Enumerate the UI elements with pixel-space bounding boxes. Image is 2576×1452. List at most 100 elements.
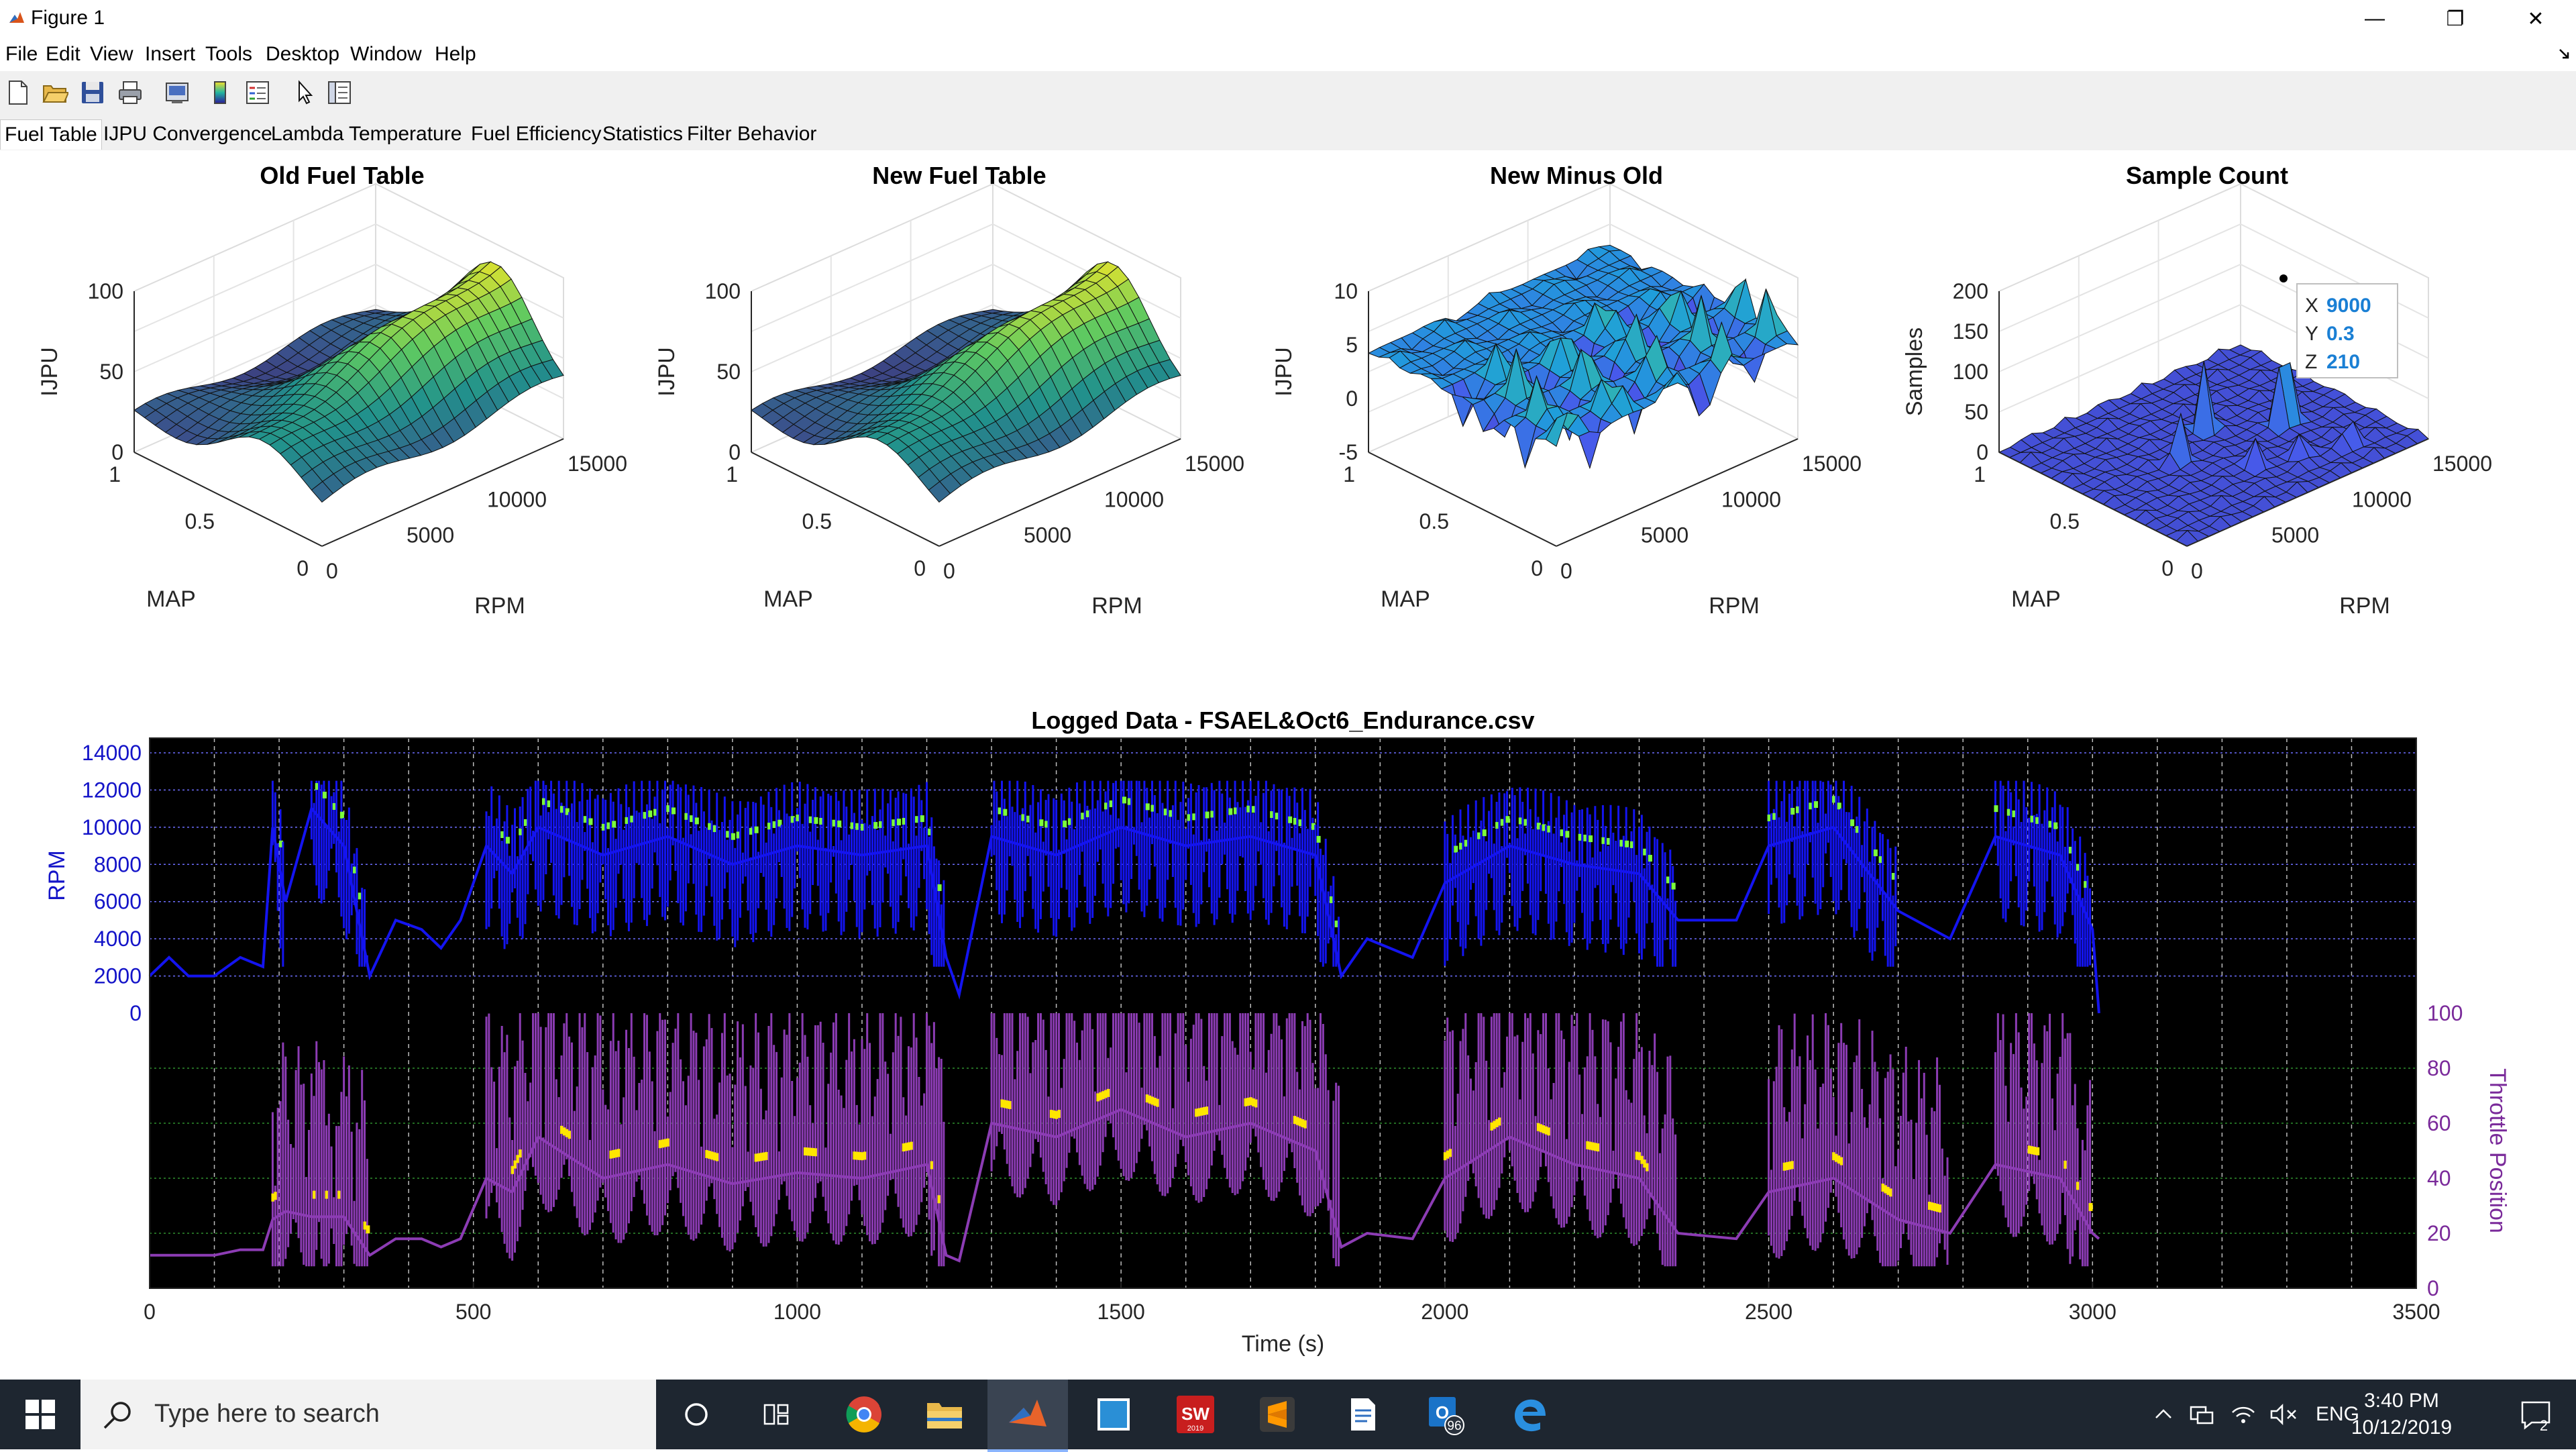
- menu-window[interactable]: Window: [350, 43, 422, 66]
- map-axis-label: MAP: [763, 586, 813, 612]
- tab-fuel-table[interactable]: Fuel Table: [0, 119, 102, 150]
- menu-help[interactable]: Help: [435, 43, 476, 66]
- print-icon[interactable]: [114, 76, 146, 109]
- menu-tools[interactable]: Tools: [205, 43, 252, 66]
- z-tick-label: 100: [705, 279, 741, 303]
- map-tick-label: 1: [726, 462, 738, 486]
- z-tick-label: 0: [1976, 440, 1988, 464]
- rpm-sample-marker: [1316, 835, 1321, 843]
- system-tray: ENG: [2153, 1380, 2359, 1449]
- rpm-sample-marker: [322, 791, 327, 798]
- new-figure-icon[interactable]: [1, 76, 34, 109]
- rpm-tick-label: 2000: [94, 964, 142, 988]
- colorbar-icon[interactable]: [204, 76, 236, 109]
- tab-filter-behavior[interactable]: Filter Behavior: [687, 119, 816, 149]
- tab-temperature[interactable]: Temperature: [349, 119, 462, 149]
- save-icon[interactable]: [76, 76, 109, 109]
- z-tick-label: 200: [1953, 279, 1988, 303]
- tab-statistics[interactable]: Statistics: [602, 119, 683, 149]
- z-tick-label: 10: [1334, 279, 1358, 303]
- rpm-tick-label: 12000: [82, 778, 142, 802]
- tab-ijpu-convergence[interactable]: IJPU Convergence: [103, 119, 272, 149]
- tab-lambda[interactable]: Lambda: [271, 119, 343, 149]
- plot-title: Sample Count: [2126, 162, 2288, 189]
- taskbar-search-box[interactable]: Type here to search: [80, 1380, 656, 1449]
- menu-desktop[interactable]: Desktop: [266, 43, 339, 66]
- sublime-text-icon[interactable]: [1237, 1380, 1318, 1449]
- z-axis-label: Samples: [1902, 327, 1927, 416]
- solidworks-year: 2019: [1187, 1424, 1203, 1433]
- rpm-sample-marker: [612, 821, 616, 828]
- edge-icon[interactable]: [1489, 1380, 1570, 1449]
- z-tick-label: 100: [1953, 360, 1988, 384]
- rpm-sample-marker: [694, 817, 699, 825]
- app-window-icon[interactable]: [1073, 1380, 1154, 1449]
- z-tick-label: 50: [99, 360, 123, 384]
- rpm-sample-marker: [1648, 855, 1652, 862]
- map-tick-label: 0.5: [802, 509, 832, 533]
- clock-time: 3:40 PM: [2364, 1390, 2439, 1412]
- file-explorer-icon[interactable]: [904, 1380, 985, 1449]
- document-icon[interactable]: [1323, 1380, 1403, 1449]
- start-button[interactable]: [0, 1380, 80, 1449]
- map-tick-label: 0: [1531, 556, 1543, 580]
- solidworks-icon[interactable]: SW 2019: [1155, 1380, 1236, 1449]
- tab-fuel-efficiency[interactable]: Fuel Efficiency: [471, 119, 602, 149]
- rpm-sample-marker: [937, 884, 942, 891]
- rpm-tick-label: 15000: [1185, 452, 1244, 476]
- rpm-sample-marker: [1565, 831, 1570, 838]
- restore-button[interactable]: ❐: [2415, 0, 2496, 38]
- matlab-taskbar-icon[interactable]: [987, 1380, 1068, 1452]
- minimize-button[interactable]: —: [2334, 0, 2415, 38]
- edit-plot-arrow-icon[interactable]: [288, 76, 321, 109]
- taskbar: Type here to search SW 2019 O 96 ENG 3:40 …: [0, 1380, 2576, 1452]
- rpm-sample-marker: [1145, 803, 1150, 811]
- surface-plot-2: New Fuel Table 100 50 0 IJPU 1 0.5 0 MAP 0 5000 100…: [654, 162, 1244, 619]
- surface-plot-1: Old Fuel Table 100 50 0 IJPU 1 0.5 0 MAP 0 5000 100…: [37, 162, 627, 619]
- logged-data-chart: Logged Data - FSAEL&Oct6_Endurance.csv 0 5…: [44, 707, 2510, 1357]
- title-bar: Figure 1 — ❐ ✕: [0, 0, 2576, 38]
- cortana-icon[interactable]: [656, 1380, 737, 1449]
- property-inspector-icon[interactable]: [323, 76, 356, 109]
- clock-date: 10/12/2019: [2351, 1416, 2453, 1439]
- notification-icon: 2: [2521, 1401, 2551, 1432]
- rpm-sample-marker: [873, 822, 878, 829]
- surface-cell: [1578, 431, 1601, 470]
- rpm-sample-marker: [1205, 811, 1210, 819]
- wifi-icon[interactable]: [2230, 1403, 2257, 1426]
- outlook-icon[interactable]: O 96: [1406, 1380, 1487, 1449]
- task-view-icon[interactable]: [737, 1380, 817, 1449]
- notification-count: 2: [2540, 1417, 2548, 1432]
- chrome-icon[interactable]: [824, 1380, 904, 1449]
- window-title: Figure 1: [31, 7, 105, 29]
- rpm-sample-marker: [1994, 805, 1998, 813]
- action-center-button[interactable]: 2: [2496, 1380, 2576, 1449]
- menu-view[interactable]: View: [90, 43, 133, 66]
- rpm-axis-label: RPM: [2339, 593, 2390, 619]
- menu-insert[interactable]: Insert: [145, 43, 195, 66]
- map-tick-label: 0: [297, 556, 309, 580]
- map-tick-label: 0.5: [1419, 509, 1449, 533]
- map-axis-line: [1368, 452, 1557, 547]
- x-tick-label: 1000: [773, 1300, 821, 1324]
- x-tick-label: 500: [455, 1300, 491, 1324]
- rpm-sample-marker: [339, 811, 344, 819]
- menu-file[interactable]: File: [5, 43, 38, 66]
- chevron-up-icon[interactable]: [2153, 1404, 2174, 1424]
- z-tick-label: 100: [88, 279, 123, 303]
- legend-icon[interactable]: [241, 76, 274, 109]
- print-preview-icon[interactable]: [161, 76, 193, 109]
- network-icon[interactable]: [2188, 1403, 2215, 1426]
- dock-arrow-icon[interactable]: [2557, 47, 2572, 62]
- search-placeholder: Type here to search: [154, 1400, 380, 1428]
- z-tick-label: 0: [729, 440, 741, 464]
- clock[interactable]: 3:40 PM 10/12/2019: [2334, 1388, 2469, 1441]
- open-file-icon[interactable]: [39, 76, 71, 109]
- close-button[interactable]: ✕: [2496, 0, 2576, 38]
- volume-muted-icon[interactable]: [2269, 1403, 2298, 1426]
- rpm-sample-marker: [1288, 816, 1293, 823]
- map-tick-label: 1: [1343, 462, 1355, 486]
- menu-edit[interactable]: Edit: [46, 43, 80, 66]
- z-axis-label: IJPU: [654, 347, 680, 397]
- map-tick-label: 0: [2161, 556, 2174, 580]
